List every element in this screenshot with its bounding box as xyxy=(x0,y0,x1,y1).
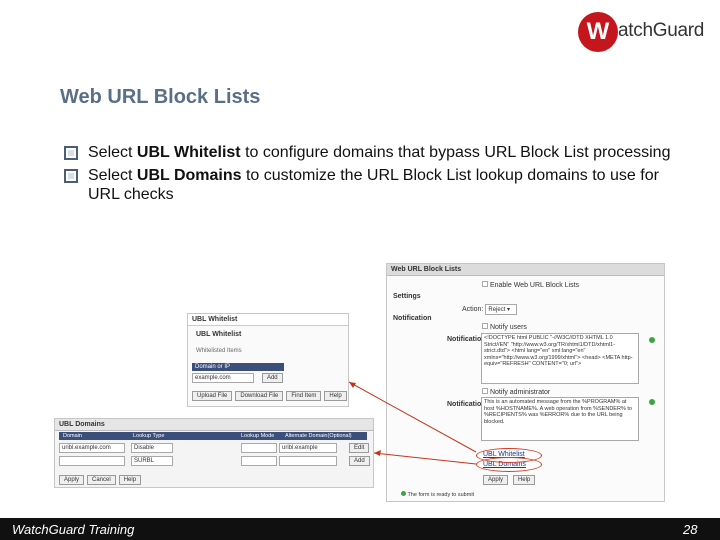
table-row: uribl.example.com Disable uribl.example … xyxy=(59,443,370,453)
upload-file-button[interactable]: Upload File xyxy=(192,391,233,401)
whitelist-subheader: UBL Whitelist xyxy=(196,331,242,338)
lookup-type-select[interactable]: Disable xyxy=(131,443,173,453)
domains-column-header: Domain Lookup Type Lookup Mode Alternate… xyxy=(59,432,367,440)
download-file-button[interactable]: Download File xyxy=(235,391,284,401)
domains-cancel-button[interactable]: Cancel xyxy=(87,475,116,485)
footer-training-label: WatchGuard Training xyxy=(12,522,135,537)
arrow-line-domains xyxy=(373,452,477,465)
column-alternate-domain: Alternate Domain(Optional) xyxy=(285,433,352,439)
add-button[interactable]: Add xyxy=(349,456,370,466)
whitelist-field-label: Domain or IP xyxy=(192,363,284,371)
find-item-button[interactable]: Find Item xyxy=(286,391,322,401)
domains-button-row: Apply Cancel Help xyxy=(59,475,144,485)
ubl-whitelist-panel: UBL Whitelist UBL Whitelist Whitelisted … xyxy=(187,313,349,407)
ubl-domains-panel: UBL Domains Domain Lookup Type Lookup Mo… xyxy=(54,418,374,488)
alternate-domain-input[interactable]: uribl.example xyxy=(279,443,337,453)
table-row: SURBL Add xyxy=(59,456,370,466)
lookup-type-select[interactable]: SURBL xyxy=(131,456,173,466)
whitelist-column-label: Whitelisted Items xyxy=(196,348,242,354)
domain-input[interactable] xyxy=(59,456,125,466)
column-lookup-type: Lookup Type xyxy=(133,433,165,439)
whitelist-help-button[interactable]: Help xyxy=(324,391,347,401)
domains-help-button[interactable]: Help xyxy=(118,475,142,485)
arrow-head-domains xyxy=(374,450,381,456)
column-lookup-mode: Lookup Mode xyxy=(241,433,275,439)
whitelist-header: UBL Whitelist xyxy=(188,314,348,326)
whitelist-domain-input[interactable]: example.com xyxy=(192,373,254,383)
whitelist-input-row: example.com Add xyxy=(192,373,286,383)
domains-apply-button[interactable]: Apply xyxy=(59,475,85,485)
whitelist-button-row: Upload File Download File Find Item Help xyxy=(192,391,348,401)
domain-input[interactable]: uribl.example.com xyxy=(59,443,125,453)
page-number: 28 xyxy=(683,522,698,537)
lookup-mode-select[interactable] xyxy=(241,443,277,453)
whitelist-add-button[interactable]: Add xyxy=(261,373,283,383)
column-domain: Domain xyxy=(63,433,82,439)
alternate-domain-input[interactable] xyxy=(279,456,337,466)
lookup-mode-select[interactable] xyxy=(241,456,277,466)
edit-button[interactable]: Edit xyxy=(349,443,370,453)
domains-header: UBL Domains xyxy=(55,419,373,431)
